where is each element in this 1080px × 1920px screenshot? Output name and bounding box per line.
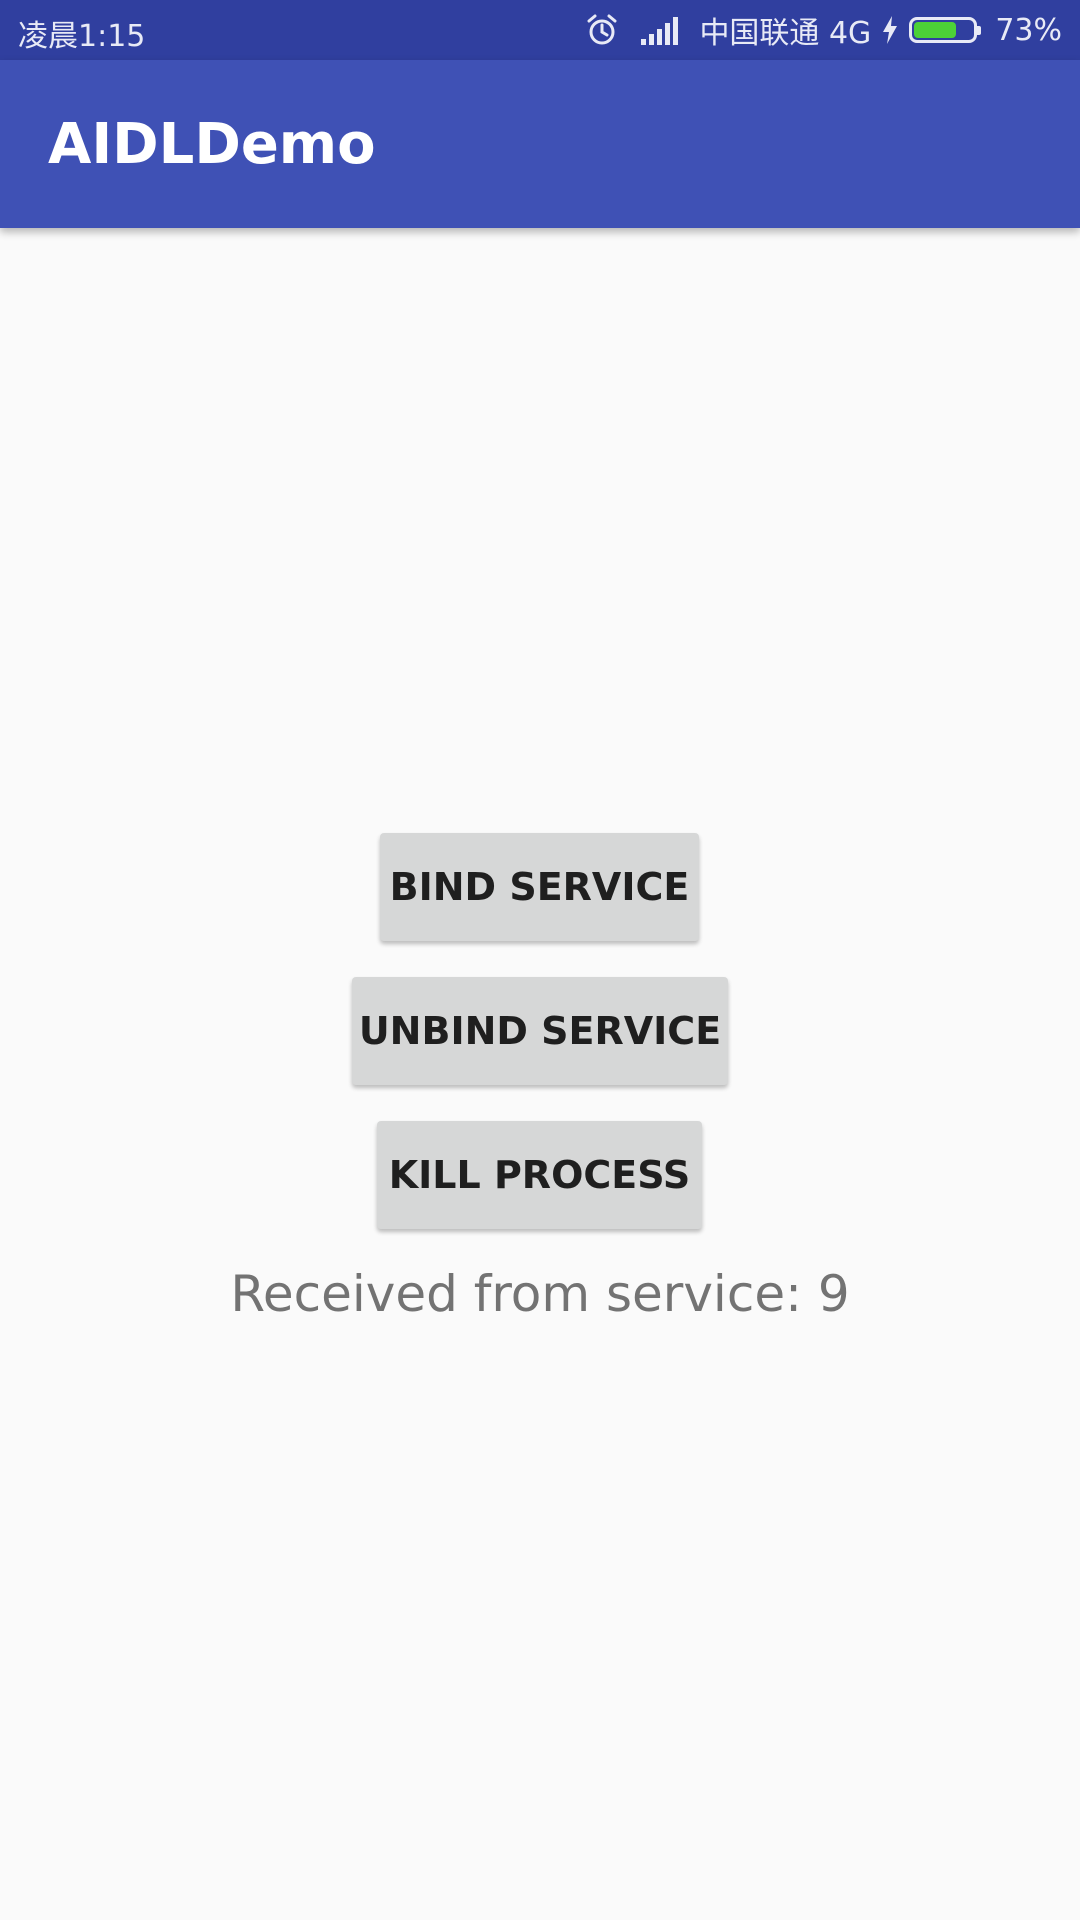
status-bar: 凌晨1:15 中国联通 4G 73% (0, 0, 1080, 60)
received-text: Received from service: 9 (230, 1265, 850, 1323)
screen: 凌晨1:15 中国联通 4G 73% AIDLDemo BIND SERVICE… (0, 0, 1080, 1920)
status-icons: 中国联通 4G 73% (585, 0, 1062, 60)
charging-icon (881, 15, 899, 45)
battery-percent: 73% (995, 12, 1062, 48)
app-bar: AIDLDemo (0, 60, 1080, 228)
app-title: AIDLDemo (48, 112, 376, 177)
unbind-service-button[interactable]: UNBIND SERVICE (352, 977, 728, 1085)
status-time: 凌晨1:15 (18, 19, 146, 54)
signal-icon (641, 15, 681, 45)
battery-fill (914, 22, 957, 38)
kill-process-button[interactable]: KILL PROCESS (377, 1121, 702, 1229)
main-content: BIND SERVICE UNBIND SERVICE KILL PROCESS… (0, 228, 1080, 1920)
bind-service-button[interactable]: BIND SERVICE (380, 833, 699, 941)
battery-icon (909, 17, 982, 43)
carrier-label: 中国联通 4G (699, 16, 872, 51)
alarm-icon (585, 13, 619, 47)
